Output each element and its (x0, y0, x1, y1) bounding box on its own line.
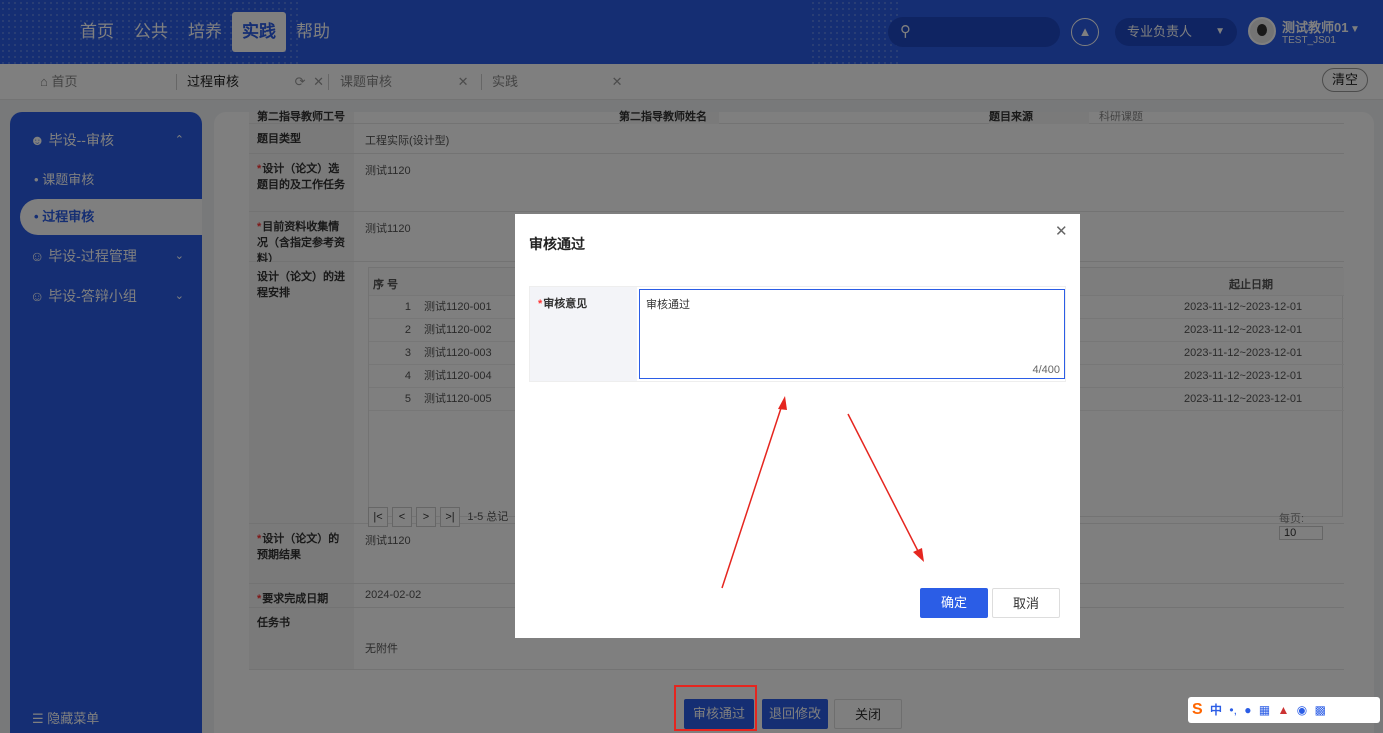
punct-icon: •, (1229, 703, 1237, 717)
sogou-icon: S (1192, 701, 1203, 718)
close-icon[interactable]: ✕ (1055, 222, 1068, 240)
grid-icon: ▩ (1314, 703, 1326, 717)
mic-icon: ● (1244, 703, 1252, 717)
tool-icon: ◉ (1296, 703, 1308, 717)
cancel-button[interactable]: 取消 (992, 588, 1060, 618)
ime-toolbar[interactable]: S 中 •, ● ▦ ▲ ◉ ▩ (1188, 697, 1380, 723)
highlight-box (674, 685, 757, 731)
review-comment-textarea[interactable]: 审核通过 4/400 (639, 289, 1065, 379)
approve-dialog: 审核通过 ✕ *审核意见 审核通过 4/400 确定 取消 (515, 214, 1080, 638)
dialog-form: *审核意见 审核通过 4/400 (529, 286, 1066, 382)
keyboard-icon: ▦ (1258, 703, 1271, 717)
skin-icon: ▲ (1277, 703, 1290, 717)
confirm-button[interactable]: 确定 (920, 588, 988, 618)
char-counter: 4/400 (1032, 364, 1060, 376)
dialog-title: 审核通过 (529, 236, 585, 252)
